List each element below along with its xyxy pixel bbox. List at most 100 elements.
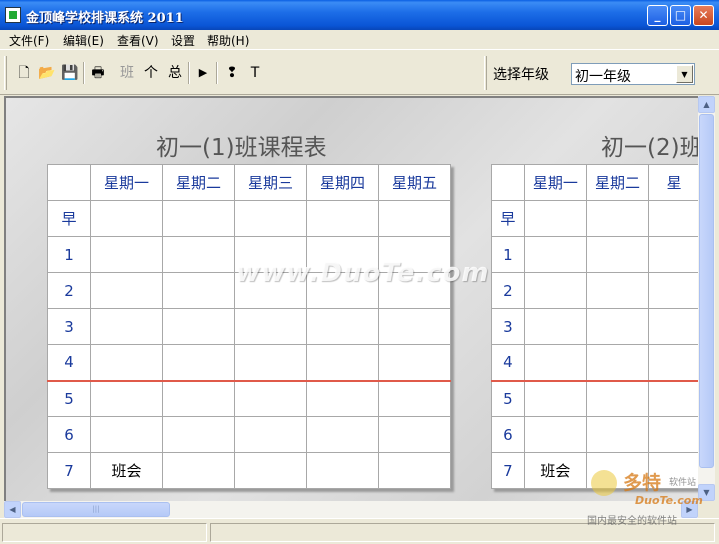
schedule-row: 5 <box>491 379 698 417</box>
menu-view[interactable]: 查看(V) <box>117 32 159 49</box>
schedule-cell[interactable] <box>162 452 235 489</box>
schedule-cell[interactable] <box>162 200 235 237</box>
schedule-cell[interactable] <box>306 416 379 453</box>
schedule-cell[interactable] <box>378 308 451 345</box>
schedule-cell[interactable] <box>648 416 698 453</box>
schedule-corner-cell <box>491 164 525 201</box>
schedule-cell[interactable] <box>648 236 698 273</box>
schedule-row: 5 <box>47 379 451 417</box>
vertical-scrollbar[interactable]: ▲ ▼ <box>698 96 715 501</box>
schedule-cell[interactable] <box>585 236 650 273</box>
schedule-cell[interactable] <box>585 308 650 345</box>
day-header: 星期三 <box>234 164 307 201</box>
schedule-cell[interactable] <box>90 344 163 381</box>
schedule-cell[interactable] <box>523 200 587 237</box>
period-label: 4 <box>491 344 525 381</box>
menu-file[interactable]: 文件(F) <box>9 32 49 49</box>
grade-select-value: 初一年级 <box>575 69 631 85</box>
print-icon[interactable]: 🖶 <box>89 64 107 82</box>
schedule-cell[interactable] <box>162 272 235 309</box>
schedule-cell[interactable] <box>162 236 235 273</box>
schedule-row: 7 班会 <box>47 452 451 489</box>
schedule-row: 2 <box>491 272 698 309</box>
schedule-cell[interactable] <box>234 416 307 453</box>
schedule-cell[interactable] <box>306 344 379 381</box>
schedule-cell[interactable] <box>90 200 163 237</box>
schedule-cell[interactable] <box>585 416 650 453</box>
schedule-cell[interactable] <box>648 344 698 381</box>
vertical-scroll-thumb[interactable] <box>699 114 714 468</box>
new-file-icon[interactable]: 🗋 <box>15 64 33 82</box>
menu-help[interactable]: 帮助(H) <box>207 32 249 49</box>
schedule-cell[interactable] <box>378 200 451 237</box>
schedule-cell[interactable] <box>162 308 235 345</box>
schedule-cell[interactable]: 班会 <box>90 452 163 489</box>
schedule-cell[interactable] <box>90 236 163 273</box>
schedule-cell[interactable] <box>378 452 451 489</box>
schedule-cell[interactable] <box>378 416 451 453</box>
schedule-cell[interactable] <box>378 344 451 381</box>
schedule-cell[interactable] <box>523 236 587 273</box>
schedule-cell[interactable] <box>234 379 307 417</box>
scroll-left-icon[interactable]: ◀ <box>4 501 21 518</box>
maximize-button[interactable]: □ <box>670 5 691 26</box>
period-label: 7 <box>491 452 525 489</box>
schedule-cell[interactable] <box>523 344 587 381</box>
schedule-cell[interactable] <box>523 379 587 417</box>
close-button[interactable]: ✕ <box>693 5 714 26</box>
open-folder-icon[interactable]: 📂 <box>38 64 56 82</box>
logo-url: DuoTe.com <box>635 494 703 507</box>
chevron-down-icon[interactable]: ▼ <box>676 65 693 83</box>
schedule-cell[interactable] <box>306 200 379 237</box>
schedule-cell[interactable] <box>523 308 587 345</box>
class-view-button[interactable]: 班 <box>118 64 136 82</box>
schedule-cell[interactable] <box>234 308 307 345</box>
schedule-cell[interactable] <box>306 308 379 345</box>
schedule-cell[interactable] <box>162 344 235 381</box>
play-icon[interactable]: ▶ <box>194 64 212 82</box>
schedule-cell[interactable]: 班会 <box>523 452 587 489</box>
schedule-cell[interactable] <box>90 308 163 345</box>
watermark-text: www.DuoTe.com <box>236 258 490 288</box>
schedule-cell[interactable] <box>234 200 307 237</box>
schedule-cell[interactable] <box>585 379 650 417</box>
schedule-cell[interactable] <box>648 272 698 309</box>
individual-view-button[interactable]: 个 <box>142 64 160 82</box>
horizontal-scroll-thumb[interactable]: ||| <box>22 502 170 517</box>
toolbar-grip[interactable] <box>484 56 487 90</box>
schedule-cell[interactable] <box>648 379 698 417</box>
menu-settings[interactable]: 设置 <box>171 32 195 49</box>
schedule-table: 星期一 星期二 星期三 星期四 星期五早 1 2 3 4 5 6 7 班会 <box>47 164 451 489</box>
day-header: 星期二 <box>585 164 650 201</box>
toolbar-grip[interactable] <box>4 56 7 90</box>
scroll-up-icon[interactable]: ▲ <box>698 96 715 113</box>
schedule-cell[interactable] <box>306 452 379 489</box>
toolbar: 🗋 📂 💾 🖶 班 个 总 ▶ ❢ T 选择年级 初一年级 ▼ <box>0 49 719 95</box>
schedule-cell[interactable] <box>378 379 451 417</box>
schedule-header-row: 星期一 星期二星 <box>491 164 698 201</box>
schedule-cell[interactable] <box>523 272 587 309</box>
schedule-cell[interactable] <box>234 452 307 489</box>
total-view-button[interactable]: 总 <box>166 64 184 82</box>
schedule-cell[interactable] <box>306 379 379 417</box>
toolbar-separator <box>83 62 85 84</box>
schedule-cell[interactable] <box>90 379 163 417</box>
schedule-cell[interactable] <box>234 344 307 381</box>
schedule-canvas[interactable]: 初一(1)班课程表 星期一 星期二 星期三 星期四 星期五早 1 2 3 4 5 6 7 班会 初一(2… <box>4 96 698 501</box>
schedule-cell[interactable] <box>648 308 698 345</box>
help-pointer-icon[interactable]: ❢ <box>223 64 241 82</box>
schedule-cell[interactable] <box>162 416 235 453</box>
schedule-cell[interactable] <box>585 200 650 237</box>
menu-edit[interactable]: 编辑(E) <box>63 32 104 49</box>
minimize-button[interactable]: _ <box>647 5 668 26</box>
schedule-cell[interactable] <box>523 416 587 453</box>
text-tool-icon[interactable]: T <box>246 64 264 82</box>
schedule-cell[interactable] <box>90 272 163 309</box>
schedule-cell[interactable] <box>585 344 650 381</box>
schedule-cell[interactable] <box>585 272 650 309</box>
schedule-cell[interactable] <box>90 416 163 453</box>
schedule-cell[interactable] <box>162 379 235 417</box>
schedule-cell[interactable] <box>648 200 698 237</box>
grade-select[interactable]: 初一年级 ▼ <box>571 63 695 85</box>
save-icon[interactable]: 💾 <box>61 64 79 82</box>
